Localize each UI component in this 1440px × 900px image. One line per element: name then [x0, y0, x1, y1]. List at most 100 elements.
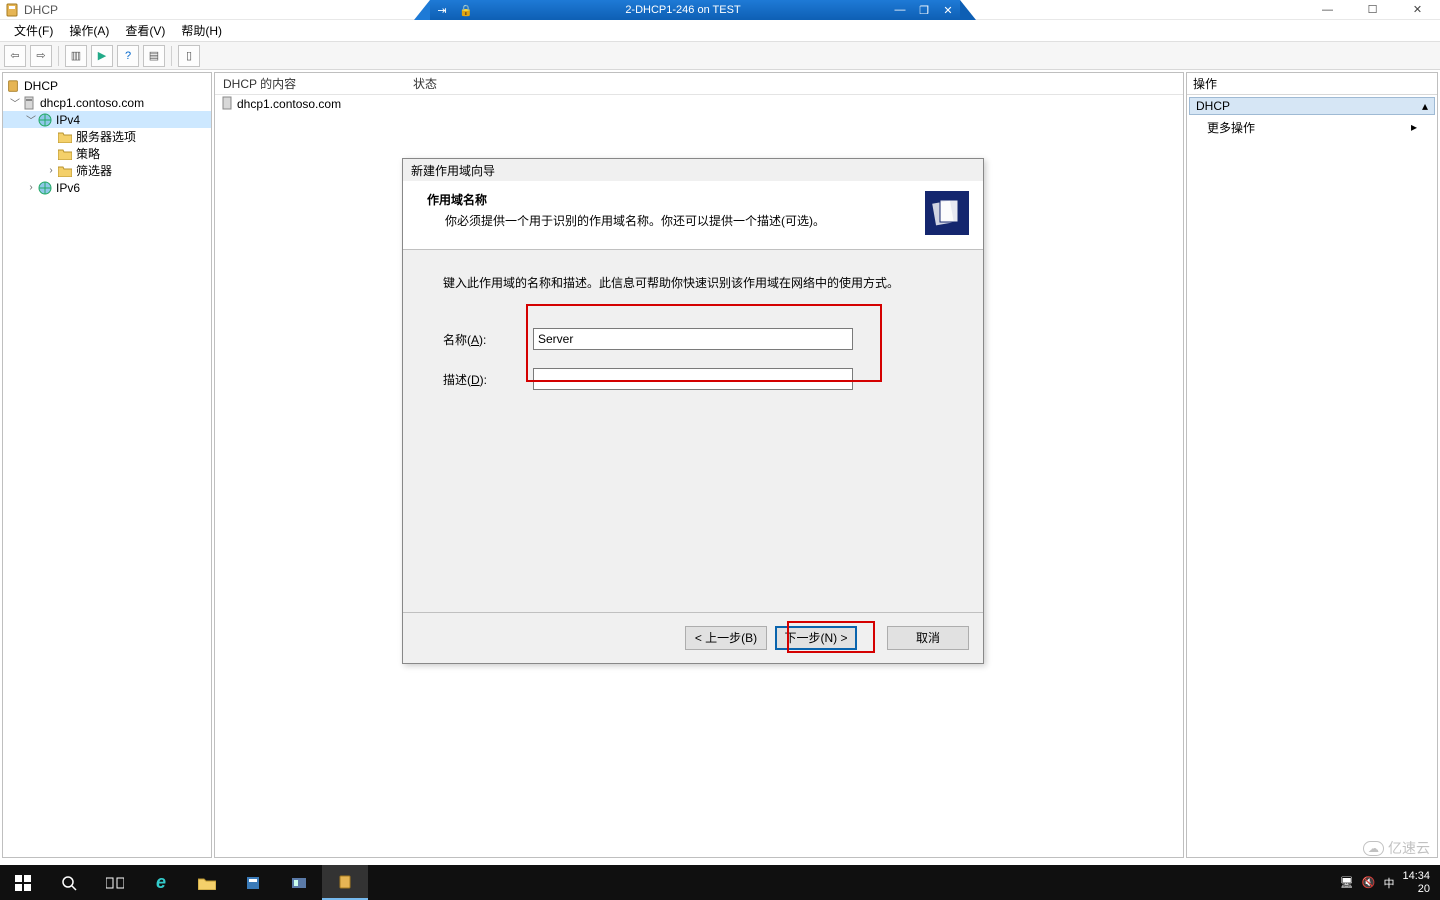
vm-title: 2-DHCP1-246 on TEST: [478, 4, 888, 16]
folder-icon: [57, 147, 73, 161]
server-icon: [221, 96, 233, 113]
actions-title: 操作: [1187, 73, 1437, 95]
list-item[interactable]: dhcp1.contoso.com: [215, 95, 1183, 113]
desc-label: 描述(D):: [443, 371, 533, 388]
taskbar-server-manager[interactable]: [230, 865, 276, 900]
tree-ipv6[interactable]: › IPv6: [3, 179, 211, 196]
tray-time: 14:34: [1402, 870, 1430, 883]
wizard-logo-icon: [925, 191, 969, 235]
globe-icon: [37, 181, 53, 195]
watermark: ☁ 亿速云: [1363, 838, 1430, 858]
tree-server[interactable]: ﹀ dhcp1.contoso.com: [3, 94, 211, 111]
actions-group-dhcp[interactable]: DHCP ▴: [1189, 97, 1435, 115]
new-scope-wizard-dialog: 新建作用域向导 作用域名称 你必须提供一个用于识别的作用域名称。你还可以提供一个…: [402, 158, 984, 664]
tree-server-options[interactable]: 服务器选项: [3, 128, 211, 145]
name-field[interactable]: [533, 328, 853, 350]
tree-root-label: DHCP: [24, 79, 58, 93]
wizard-subheading: 你必须提供一个用于识别的作用域名称。你还可以提供一个描述(可选)。: [427, 212, 925, 229]
search-button[interactable]: [46, 865, 92, 900]
wizard-footer: < 上一步(B) 下一步(N) > 取消: [403, 612, 983, 662]
list-item-label: dhcp1.contoso.com: [237, 97, 341, 111]
tree-pane: DHCP ﹀ dhcp1.contoso.com ﹀ IPv4 服务器选项 策略…: [2, 72, 212, 858]
actions-more-label: 更多操作: [1207, 119, 1255, 136]
form-row-name: 名称(A):: [443, 319, 943, 359]
lock-icon[interactable]: 🔒: [454, 4, 478, 17]
cloud-icon: ☁: [1363, 841, 1384, 856]
watermark-text: 亿速云: [1388, 838, 1430, 858]
menu-file[interactable]: 文件(F): [6, 22, 61, 39]
folder-icon: [57, 164, 73, 178]
globe-icon: [37, 113, 53, 127]
list-header: DHCP 的内容 状态: [215, 73, 1183, 95]
tree-policies-label: 策略: [76, 145, 100, 162]
start-button[interactable]: [0, 865, 46, 900]
collapse-icon[interactable]: ▴: [1422, 99, 1428, 113]
form-row-desc: 描述(D):: [443, 359, 943, 399]
col-contents[interactable]: DHCP 的内容: [215, 75, 405, 92]
name-label: 名称(A):: [443, 331, 533, 348]
menu-help[interactable]: 帮助(H): [173, 22, 230, 39]
tree-filters[interactable]: › 筛选器: [3, 162, 211, 179]
tray-ime[interactable]: 中: [1383, 875, 1394, 891]
chevron-right-icon: ▸: [1411, 120, 1417, 134]
wizard-body: 键入此作用域的名称和描述。此信息可帮助你快速识别该作用域在网络中的使用方式。 名…: [403, 250, 983, 612]
window-title: DHCP: [24, 3, 58, 17]
taskbar-ie[interactable]: e: [138, 865, 184, 900]
collapse-icon[interactable]: ﹀: [25, 112, 37, 127]
tray-volume-icon[interactable]: 🔇: [1362, 876, 1376, 889]
taskbar-explorer[interactable]: [184, 865, 230, 900]
back-button[interactable]: < 上一步(B): [685, 626, 767, 650]
pin-icon[interactable]: ⇥: [430, 4, 454, 17]
menu-view[interactable]: 查看(V): [117, 22, 173, 39]
col-status[interactable]: 状态: [405, 75, 1183, 92]
dhcp-icon: [5, 79, 21, 93]
vm-restore-button[interactable]: ❐: [912, 4, 936, 17]
menu-bar: 文件(F) 操作(A) 查看(V) 帮助(H): [0, 20, 1440, 42]
collapse-icon[interactable]: ﹀: [9, 95, 21, 110]
actions-pane: 操作 DHCP ▴ 更多操作 ▸: [1186, 72, 1438, 858]
cancel-button[interactable]: 取消: [887, 626, 969, 650]
desc-field[interactable]: [533, 368, 853, 390]
system-tray[interactable]: 🖥 🔇 中 14:34 20: [1340, 870, 1440, 896]
taskbar: e 🖥 🔇 中 14:34 20: [0, 865, 1440, 900]
wizard-header: 作用域名称 你必须提供一个用于识别的作用域名称。你还可以提供一个描述(可选)。: [403, 181, 983, 250]
window-minimize-button[interactable]: —: [1305, 0, 1350, 20]
toolbar-refresh-button[interactable]: ▯: [178, 45, 200, 67]
vm-connection-bar: ⇥ 🔒 2-DHCP1-246 on TEST — ❐ ✕: [430, 0, 960, 20]
window-close-button[interactable]: ✕: [1395, 0, 1440, 20]
window-maximize-button[interactable]: ☐: [1350, 0, 1395, 20]
expand-icon[interactable]: ›: [25, 182, 37, 193]
vm-minimize-button[interactable]: —: [888, 4, 912, 16]
taskbar-app2[interactable]: [276, 865, 322, 900]
toolbar-properties-button[interactable]: ▤: [143, 45, 165, 67]
folder-icon: [57, 130, 73, 144]
menu-action[interactable]: 操作(A): [61, 22, 117, 39]
tray-clock[interactable]: 14:34 20: [1402, 870, 1430, 896]
tree-root-dhcp[interactable]: DHCP: [3, 77, 211, 94]
server-icon: [21, 96, 37, 110]
taskbar-dhcp[interactable]: [322, 865, 368, 900]
actions-group-label: DHCP: [1196, 99, 1230, 113]
toolbar-forward-button[interactable]: ⇨: [30, 45, 52, 67]
tree-filters-label: 筛选器: [76, 162, 112, 179]
task-view-button[interactable]: [92, 865, 138, 900]
tray-network-icon[interactable]: 🖥: [1340, 876, 1354, 889]
tree-ipv4[interactable]: ﹀ IPv4: [3, 111, 211, 128]
vm-close-button[interactable]: ✕: [936, 4, 960, 17]
tray-date: 20: [1402, 883, 1430, 896]
toolbar-show-hide-button[interactable]: ▥: [65, 45, 87, 67]
next-button[interactable]: 下一步(N) >: [775, 626, 857, 650]
toolbar: ⇦ ⇨ ▥ ▶ ? ▤ ▯: [0, 42, 1440, 70]
tree-server-options-label: 服务器选项: [76, 128, 136, 145]
toolbar-back-button[interactable]: ⇦: [4, 45, 26, 67]
wizard-heading: 作用域名称: [427, 191, 925, 208]
wizard-title: 新建作用域向导: [411, 162, 495, 179]
actions-more[interactable]: 更多操作 ▸: [1187, 117, 1437, 137]
app-icon: [4, 2, 20, 18]
toolbar-help-button[interactable]: ?: [117, 45, 139, 67]
toolbar-export-button[interactable]: ▶: [91, 45, 113, 67]
wizard-intro: 键入此作用域的名称和描述。此信息可帮助你快速识别该作用域在网络中的使用方式。: [443, 274, 943, 291]
tree-policies[interactable]: 策略: [3, 145, 211, 162]
expand-icon[interactable]: ›: [45, 165, 57, 176]
tree-ipv4-label: IPv4: [56, 113, 80, 127]
